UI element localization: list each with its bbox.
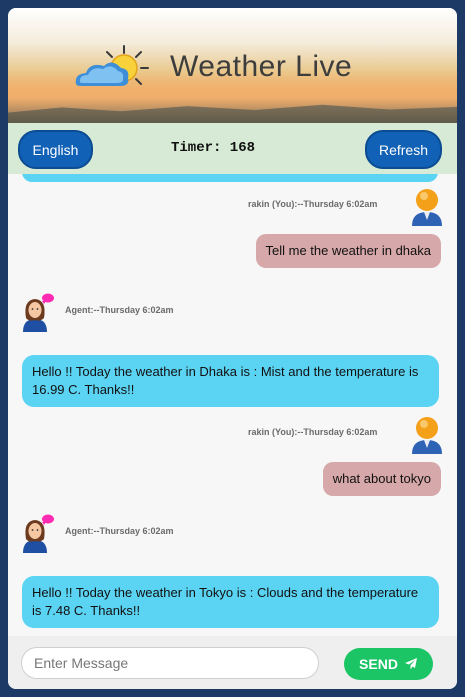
chat-messages: rakin (You):--Thursday 6:02am Tell me th… [8, 174, 457, 636]
agent-message-meta: Agent:--Thursday 6:02am [65, 305, 174, 315]
agent-message-meta: Agent:--Thursday 6:02am [65, 526, 174, 536]
toolbar: English Timer: 168 Refresh [8, 123, 457, 174]
user-message-bubble: Tell me the weather in dhaka [255, 234, 441, 268]
user-message-bubble: what about tokyo [322, 462, 441, 496]
timer-display: Timer: 168 [171, 140, 256, 156]
agent-message-bubble: Hello !! Today the weather in Dhaka is :… [22, 355, 439, 407]
sun-cloud-icon [75, 45, 149, 86]
refresh-button[interactable]: Refresh [365, 130, 442, 169]
paper-plane-icon [404, 658, 417, 670]
agent-message-bubble: Hello !! Today the weather in Tokyo is :… [22, 576, 439, 628]
chat-window: Weather Live English Timer: 168 Refresh … [8, 8, 457, 689]
language-button[interactable]: English [18, 130, 93, 169]
app-title: Weather Live [170, 50, 353, 83]
previous-message-bubble [22, 174, 438, 182]
user-message-meta: rakin (You):--Thursday 6:02am [248, 427, 378, 437]
send-button-label: SEND [359, 656, 398, 672]
user-avatar-icon [412, 189, 442, 226]
user-message-meta: rakin (You):--Thursday 6:02am [248, 199, 378, 209]
message-composer: SEND [8, 636, 457, 689]
header-banner: Weather Live [8, 8, 457, 123]
user-avatar-icon [412, 417, 442, 454]
send-button[interactable]: SEND [344, 648, 433, 680]
agent-avatar-icon [23, 293, 54, 332]
agent-avatar-icon [23, 514, 54, 553]
message-input[interactable] [21, 647, 319, 679]
